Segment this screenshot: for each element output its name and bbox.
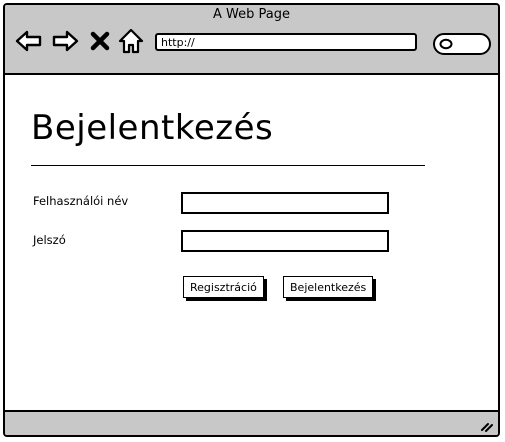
close-icon[interactable] — [89, 27, 111, 55]
forward-arrow-icon[interactable] — [51, 27, 79, 55]
password-field[interactable] — [181, 230, 389, 252]
address-bar[interactable]: http:// — [155, 33, 417, 51]
back-arrow-icon[interactable] — [15, 27, 43, 55]
resize-grip-icon[interactable] — [480, 418, 494, 432]
login-button[interactable]: Bejelentkezés — [283, 276, 374, 298]
username-label: Felhasználói név — [33, 194, 129, 208]
window-title: A Web Page — [213, 7, 290, 22]
heading-divider — [31, 165, 425, 166]
page-heading: Bejelentkezés — [31, 108, 274, 148]
page-content: Bejelentkezés Felhasználói név Jelszó Re… — [5, 75, 498, 415]
browser-toolbar: A Web Page http:// — [5, 5, 498, 75]
password-label: Jelszó — [33, 233, 66, 247]
browser-window: A Web Page http:// Bejelentkezés Felhasz… — [3, 3, 500, 437]
search-icon — [439, 38, 453, 50]
status-bar — [5, 410, 498, 435]
username-field[interactable] — [181, 192, 389, 214]
home-icon[interactable] — [117, 27, 145, 55]
register-button[interactable]: Regisztráció — [183, 276, 264, 298]
browser-search-box[interactable] — [433, 33, 491, 55]
